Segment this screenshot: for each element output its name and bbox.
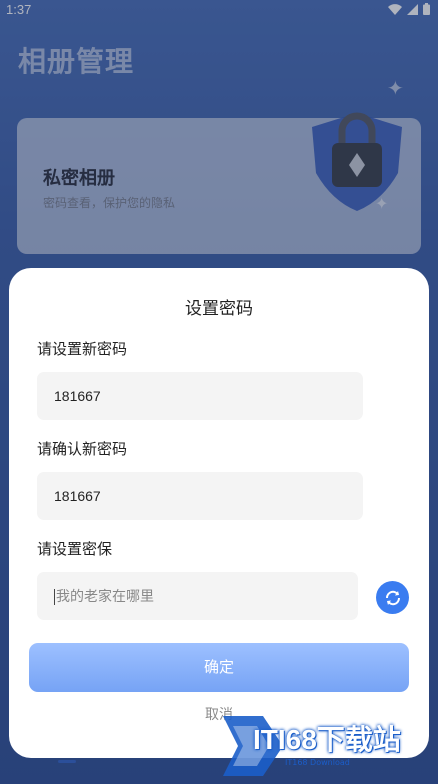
refresh-icon bbox=[385, 590, 400, 605]
new-password-input[interactable]: 181667 bbox=[37, 372, 363, 420]
security-question-label: 请设置密保 bbox=[37, 540, 113, 558]
security-question-input[interactable]: 我的老家在哪里 bbox=[37, 572, 358, 620]
dialog-title: 设置密码 bbox=[185, 299, 253, 319]
watermark-subtext: IT168 Download bbox=[285, 758, 350, 767]
confirm-password-input[interactable]: 181667 bbox=[37, 472, 363, 520]
home-indicator bbox=[58, 760, 76, 763]
text-caret bbox=[54, 589, 55, 606]
set-password-dialog: 设置密码 请设置新密码 181667 请确认新密码 181667 请设置密保 我… bbox=[9, 268, 429, 758]
watermark-text: ITI68下载站 bbox=[253, 724, 401, 755]
new-password-label: 请设置新密码 bbox=[37, 340, 128, 358]
watermark-logo: ITI68下载站 IT168 Download bbox=[213, 704, 433, 780]
confirm-button[interactable]: 确定 bbox=[29, 643, 409, 692]
refresh-question-button[interactable] bbox=[376, 581, 409, 614]
security-placeholder: 我的老家在哪里 bbox=[56, 588, 154, 604]
confirm-password-label: 请确认新密码 bbox=[37, 440, 128, 458]
